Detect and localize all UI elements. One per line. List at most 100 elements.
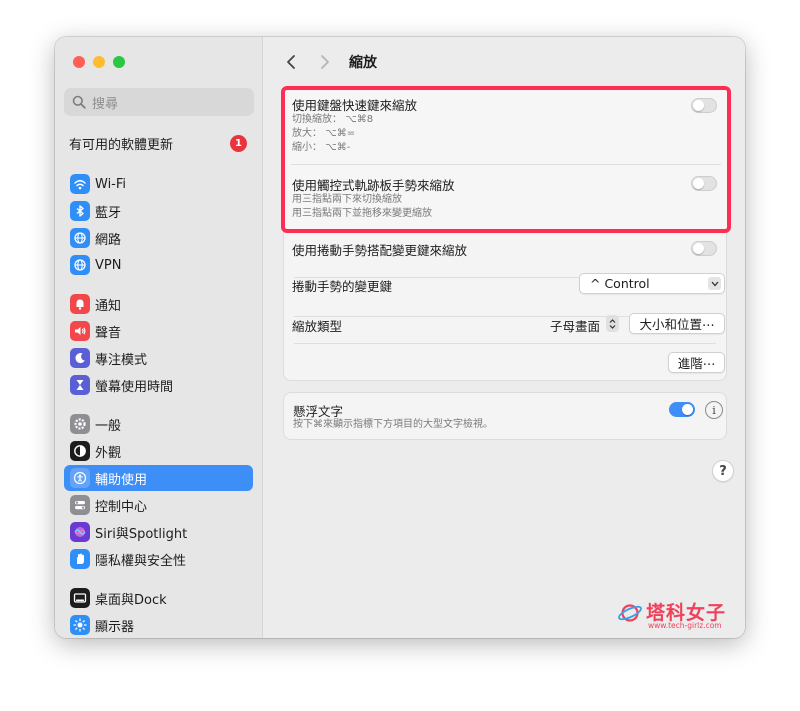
popup-chevron-icon xyxy=(708,277,721,290)
sidebar-item-label: Siri與Spotlight xyxy=(95,526,188,542)
search-placeholder: 搜尋 xyxy=(92,96,119,112)
sidebar-item[interactable]: 網路 xyxy=(64,225,253,251)
sidebar-item[interactable]: 隱私權與安全性 xyxy=(64,546,253,572)
toolbar: 縮放 xyxy=(263,49,745,75)
sidebar-item-label: 桌面與Dock xyxy=(95,592,167,608)
dock-icon xyxy=(70,588,90,608)
advanced-button[interactable]: 進階⋯ xyxy=(668,352,725,373)
hover-text-toggle[interactable] xyxy=(669,402,695,417)
keyboard-zoom-title: 使用鍵盤快速鍵來縮放 xyxy=(292,98,418,113)
control-center-icon xyxy=(70,495,90,515)
keyboard-toggle-zoom-shortcut: 切換縮放： ⌥⌘8 xyxy=(292,114,374,125)
sidebar-item-label: 專注模式 xyxy=(95,352,148,368)
sidebar-item[interactable]: 通知 xyxy=(64,291,253,317)
sidebar-item-label: 輔助使用 xyxy=(95,472,148,488)
speaker-icon xyxy=(70,321,90,341)
close-window-button[interactable] xyxy=(73,56,85,68)
zoom-settings-pane: 縮放 使用鍵盤快速鍵來縮放 切換縮放： ⌥⌘8 放大： ⌥⌘= 縮小： ⌥⌘- … xyxy=(263,37,745,638)
sidebar-item-label: 藍牙 xyxy=(95,205,122,221)
sidebar-item[interactable]: 一般 xyxy=(64,411,253,437)
divider xyxy=(291,164,721,165)
sidebar-item-label: 顯示器 xyxy=(95,619,135,635)
hover-text-subtitle: 按下⌘來顯示指標下方項目的大型文字檢視。 xyxy=(293,419,493,430)
zoom-style-label: 縮放類型 xyxy=(292,319,343,334)
help-button[interactable]: ? xyxy=(712,460,734,482)
wifi-icon xyxy=(70,174,90,194)
trackpad-drag-hint: 用三指點兩下並拖移來變更縮放 xyxy=(292,208,432,219)
keyboard-zoom-in-shortcut: 放大： ⌥⌘= xyxy=(292,128,356,139)
update-count-badge: 1 xyxy=(230,134,247,152)
software-update-label: 有可用的軟體更新 xyxy=(69,137,174,153)
toggle-knob xyxy=(693,243,704,254)
sidebar-item[interactable]: 桌面與Dock xyxy=(64,585,253,611)
toggle-knob xyxy=(682,404,693,415)
keyboard-zoom-out-shortcut: 縮小： ⌥⌘- xyxy=(292,142,351,153)
search-icon xyxy=(72,95,86,109)
sidebar-item[interactable]: Wi-Fi xyxy=(64,171,253,197)
size-and-position-button[interactable]: 大小和位置⋯ xyxy=(629,313,725,334)
sidebar-item-label: 聲音 xyxy=(95,325,122,341)
divider xyxy=(294,343,716,344)
sun-icon xyxy=(70,615,90,635)
chevron-left-icon xyxy=(287,55,295,69)
sidebar-item[interactable]: 顯示器 xyxy=(64,612,253,638)
hourglass-icon xyxy=(70,375,90,395)
trackpad-double-tap-hint: 用三指點兩下來切換縮放 xyxy=(292,194,402,205)
software-update-item[interactable]: 有可用的軟體更新 1 xyxy=(69,133,247,153)
sidebar-item-label: Wi-Fi xyxy=(95,176,127,192)
appearance-icon xyxy=(70,441,90,461)
back-button[interactable] xyxy=(281,52,301,72)
hover-text-card xyxy=(283,392,727,440)
hand-icon xyxy=(70,549,90,569)
sidebar-item-label: 螢幕使用時間 xyxy=(95,379,174,395)
page-title: 縮放 xyxy=(349,55,377,71)
scroll-zoom-title: 使用捲動手勢搭配變更鍵來縮放 xyxy=(292,243,468,258)
modifier-key-label: 捲動手勢的變更鍵 xyxy=(292,279,393,294)
sidebar-item[interactable]: VPN xyxy=(64,252,253,278)
modifier-key-value: ^ Control xyxy=(590,276,650,291)
search-field[interactable]: 搜尋 xyxy=(64,88,254,116)
sidebar-item[interactable]: 專注模式 xyxy=(64,345,253,371)
sidebar-item[interactable]: 螢幕使用時間 xyxy=(64,372,253,398)
sidebar-item-label: 網路 xyxy=(95,232,122,248)
toggle-knob xyxy=(693,178,704,189)
watermark-logo: 塔科女子 www.tech-girlz.com xyxy=(615,596,741,630)
sidebar-item-label: 通知 xyxy=(95,298,122,314)
toggle-knob xyxy=(693,100,704,111)
siri-icon xyxy=(70,522,90,542)
sidebar: 搜尋 有可用的軟體更新 1 Wi-Fi 藍牙網路 VPN 通知聲音專注模式螢幕使用時間… xyxy=(55,37,263,638)
sidebar-item-label: 一般 xyxy=(95,418,122,434)
bluetooth-icon xyxy=(70,201,90,221)
globe-icon xyxy=(70,228,90,248)
settings-window: 搜尋 有可用的軟體更新 1 Wi-Fi 藍牙網路 VPN 通知聲音專注模式螢幕使用時間… xyxy=(55,37,745,638)
scroll-zoom-toggle[interactable] xyxy=(691,241,717,256)
modifier-key-popup[interactable]: ^ Control xyxy=(579,273,725,294)
keyboard-zoom-toggle[interactable] xyxy=(691,98,717,113)
sidebar-item[interactable]: 控制中心 xyxy=(64,492,253,518)
sidebar-item-label: VPN xyxy=(95,257,122,273)
sidebar-item-label: 外觀 xyxy=(95,445,122,461)
sidebar-item[interactable]: 輔助使用 xyxy=(64,465,253,491)
sidebar-item-label: 控制中心 xyxy=(95,499,148,515)
minimize-window-button[interactable] xyxy=(93,56,105,68)
planet-logo-icon xyxy=(618,604,642,622)
chevron-right-icon xyxy=(321,55,329,69)
watermark-url: www.tech-girlz.com xyxy=(648,621,722,630)
sidebar-item[interactable]: 外觀 xyxy=(64,438,253,464)
up-down-chevron-icon[interactable] xyxy=(606,315,619,332)
sidebar-item[interactable]: 聲音 xyxy=(64,318,253,344)
forward-button[interactable] xyxy=(315,52,335,72)
info-icon[interactable]: i xyxy=(705,401,723,419)
trackpad-zoom-title: 使用觸控式軌跡板手勢來縮放 xyxy=(292,178,455,193)
zoom-window-button[interactable] xyxy=(113,56,125,68)
sidebar-item[interactable]: Siri與Spotlight xyxy=(64,519,253,545)
gear-icon xyxy=(70,414,90,434)
zoom-style-value[interactable]: 子母畫面 xyxy=(550,316,600,335)
bell-icon xyxy=(70,294,90,314)
trackpad-zoom-toggle[interactable] xyxy=(691,176,717,191)
vpn-globe-icon xyxy=(70,255,90,275)
moon-icon xyxy=(70,348,90,368)
accessibility-icon xyxy=(70,468,90,488)
sidebar-item[interactable]: 藍牙 xyxy=(64,198,253,224)
sidebar-item-label: 隱私權與安全性 xyxy=(95,553,187,569)
